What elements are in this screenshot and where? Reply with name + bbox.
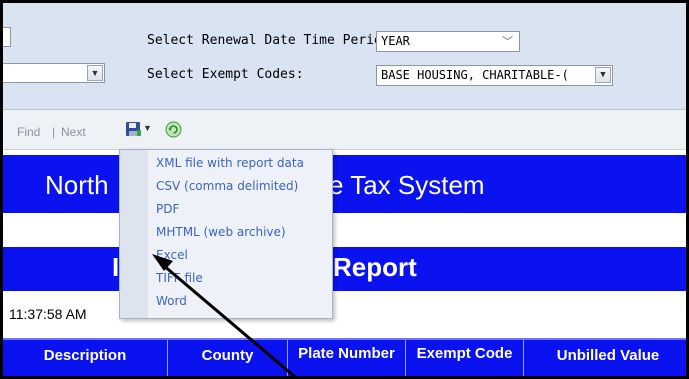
report-viewer-window: ▼ Select Renewal Date Time Period YEAR ﹀…: [0, 0, 689, 379]
annotation-arrow-icon: [152, 254, 297, 376]
